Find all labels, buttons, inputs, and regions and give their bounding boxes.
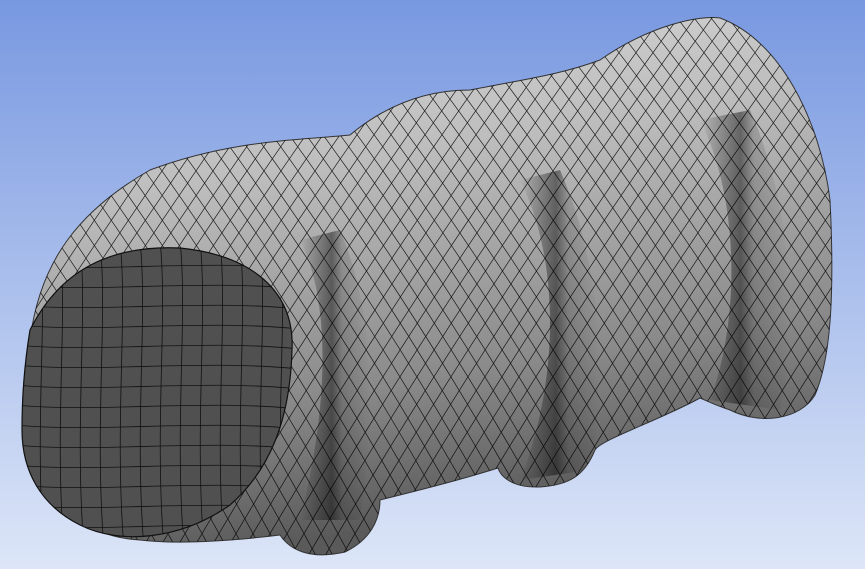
graphics-viewport[interactable]	[0, 0, 865, 569]
mesh-scene	[0, 0, 865, 569]
